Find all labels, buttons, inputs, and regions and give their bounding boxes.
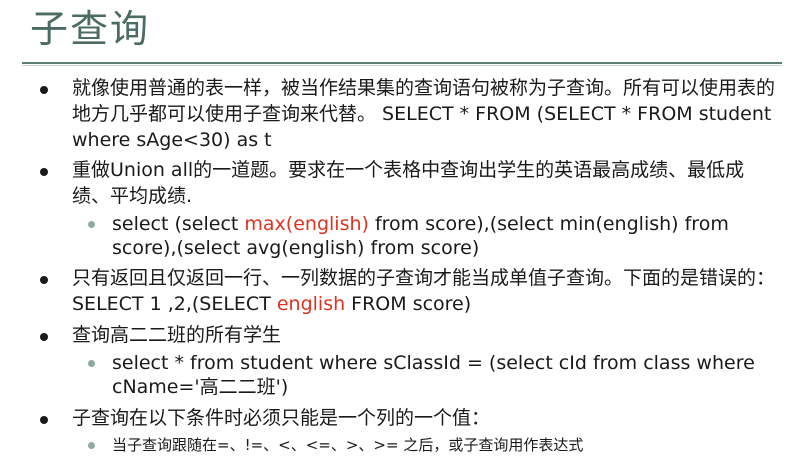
bullet-text-part2: FROM score) xyxy=(345,293,472,315)
bullet-dot-icon xyxy=(40,333,48,341)
sub-bullet-operator-conditions: 当子查询跟随在=、!=、<、<=、>、>= 之后，或子查询用作表达式 xyxy=(0,434,793,456)
bullet-single-value-subquery: 只有返回且仅返回一行、一列数据的子查询才能当成单值子查询。下面的是错误的：SEL… xyxy=(0,265,793,317)
slide-body: 就像使用普通的表一样，被当作结果集的查询语句被称为子查询。所有可以使用表的地方几… xyxy=(0,70,793,456)
bullet-dot-icon xyxy=(40,86,48,94)
slide-header: 子查询 xyxy=(0,0,793,62)
bullet-subquery-definition: 就像使用普通的表一样，被当作结果集的查询语句被称为子查询。所有可以使用表的地方几… xyxy=(0,75,793,153)
bullet-highlight: english xyxy=(276,293,346,315)
sub-bullet-dot-icon xyxy=(88,442,95,449)
bullet-text: 就像使用普通的表一样，被当作结果集的查询语句被称为子查询。所有可以使用表的地方几… xyxy=(72,77,776,151)
sub-bullet-text-part1: select (select xyxy=(112,213,245,235)
title-divider xyxy=(22,62,782,64)
sub-bullet-english-scores-query: select (select max(english) from score),… xyxy=(0,212,793,260)
bullet-dot-icon xyxy=(40,276,48,284)
sub-bullet-text: 当子查询跟随在=、!=、<、<=、>、>= 之后，或子查询用作表达式 xyxy=(112,436,584,454)
sub-bullet-class-query: select * from student where sClassId = (… xyxy=(0,351,793,399)
bullet-union-all-exercise: 重做Union all的一道题。要求在一个表格中查询出学生的英语最高成绩、最低成… xyxy=(0,157,793,209)
bullet-dot-icon xyxy=(40,168,48,176)
bullet-dot-icon xyxy=(40,416,48,424)
sub-bullet-highlight: max(english) xyxy=(244,213,369,235)
bullet-single-value-conditions: 子查询在以下条件时必须只能是一个列的一个值： xyxy=(0,405,793,431)
slide-title: 子查询 xyxy=(30,7,151,51)
sub-bullet-text: select * from student where sClassId = (… xyxy=(112,352,755,398)
title-divider-shadow xyxy=(22,65,782,66)
sub-bullet-dot-icon xyxy=(88,360,95,367)
bullet-text: 子查询在以下条件时必须只能是一个列的一个值： xyxy=(72,407,491,429)
bullet-text: 重做Union all的一道题。要求在一个表格中查询出学生的英语最高成绩、最低成… xyxy=(72,159,745,207)
bullet-class-students: 查询高二二班的所有学生 xyxy=(0,322,793,348)
bullet-text: 查询高二二班的所有学生 xyxy=(72,324,282,346)
sub-bullet-dot-icon xyxy=(88,221,95,228)
